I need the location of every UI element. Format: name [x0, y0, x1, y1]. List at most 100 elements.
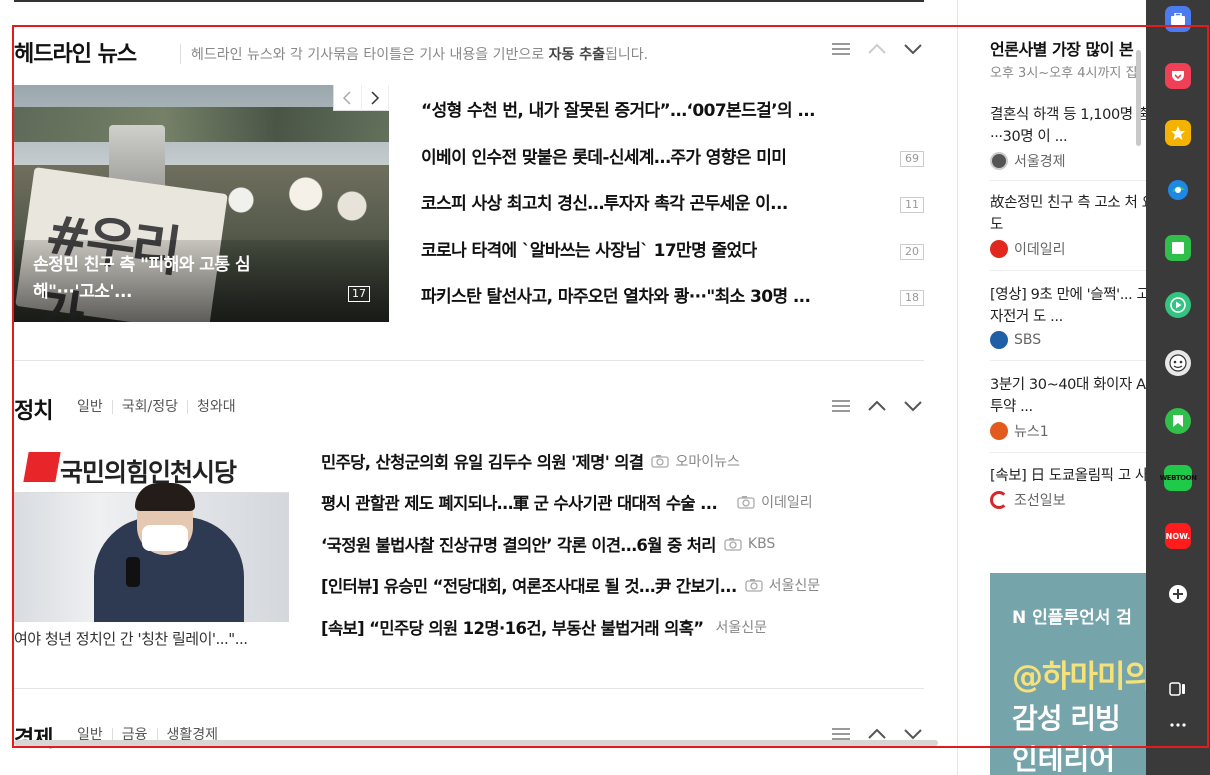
- next-photo-button[interactable]: [362, 85, 389, 111]
- camera-icon: [745, 578, 763, 592]
- ad-line-2: 감성 리빙: [1012, 702, 1121, 735]
- press-logo-icon: [990, 491, 1008, 509]
- browser-icon[interactable]: [1165, 177, 1191, 203]
- politics-item-title[interactable]: [속보] “민주당 의원 12명·16건, 부동산 불법거래 의혹”: [321, 615, 704, 639]
- ranking-item-title[interactable]: 故손정민 친구 측 고소 처 요청' 쇄도: [990, 192, 1146, 236]
- list-view-button[interactable]: [830, 395, 852, 417]
- ranking-item[interactable]: 故손정민 친구 측 고소 처 요청' 쇄도 이데일리: [990, 192, 1146, 259]
- press-name[interactable]: 서울신문: [769, 575, 821, 595]
- ranking-item-press[interactable]: 서울경제: [990, 151, 1146, 171]
- press-name[interactable]: 오마이뉴스: [675, 451, 739, 471]
- expand-down-button[interactable]: [902, 395, 924, 417]
- influencer-ad-banner[interactable]: N 인플루언서 검 @하마미의 감성 리빙 인테리어: [990, 573, 1146, 775]
- politics-item-title[interactable]: 평시 관할관 제도 폐지되나…⁠軍 군 수사기관 대대적 수술 ...: [321, 490, 717, 514]
- expand-down-button[interactable]: [902, 38, 924, 60]
- chevron-up-icon: [868, 400, 886, 411]
- press-name[interactable]: 이데일리: [761, 492, 813, 512]
- chevron-up-icon: [868, 43, 886, 54]
- politics-list: 민주당, 산청군의회 유일 김두수 의원 '제명' 의결 오마이뉴스 평시 관할…: [321, 440, 924, 648]
- more-icon[interactable]: [1165, 712, 1191, 738]
- pocket-icon[interactable]: [1165, 63, 1191, 89]
- play-icon[interactable]: [1165, 292, 1191, 318]
- list-view-button[interactable]: [830, 38, 852, 60]
- ranking-item-title[interactable]: 3분기 30~40대 화이자 AZ·얀센 투약 ...: [990, 374, 1146, 418]
- vertical-scrollbar-thumb[interactable]: [1136, 50, 1141, 146]
- ranking-item[interactable]: 3분기 30~40대 화이자 AZ·얀센 투약 ... 뉴스1: [990, 374, 1146, 441]
- ranking-item-press[interactable]: SBS: [990, 331, 1146, 349]
- ranking-item-title[interactable]: [속보] 日 도쿄올림픽 고 사망: [990, 465, 1146, 487]
- ranking-title: 언론사별 가장 많이 본: [990, 40, 1134, 59]
- headline-item[interactable]: 코스피 사상 최고치 경신…투자자 촉각 곤두세운 이... 11: [421, 189, 924, 236]
- politics-item[interactable]: [속보] “민주당 의원 12명·16건, 부동산 불법거래 의혹” 서울신문: [321, 606, 924, 648]
- photo-person-hair: [135, 483, 195, 511]
- ranking-item[interactable]: 결혼식 하객 등 1,100명 충돌···30명 이 ... 서울경제: [990, 104, 1146, 171]
- headline-item[interactable]: 파키스탄 탈선사고, 마주오던 열차와 쾅···"최소 30명 ... 18: [421, 282, 924, 329]
- press-name[interactable]: 서울신문: [716, 617, 768, 637]
- headline-list: “성형 수천 번, 내가 잘못된 증거다”…‘007본드걸’의 ... 이베이 …: [421, 96, 924, 329]
- headline-item-title[interactable]: 코스피 사상 최고치 경신…투자자 촉각 곤두세운 이...: [421, 189, 788, 219]
- politics-item[interactable]: 평시 관할관 제도 폐지되나…⁠軍 군 수사기관 대대적 수술 ... 이데일리: [321, 482, 924, 524]
- politics-title[interactable]: 정치: [14, 393, 53, 425]
- press-name[interactable]: KBS: [748, 536, 775, 552]
- tab-general[interactable]: 일반: [77, 400, 112, 414]
- split-view-icon[interactable]: [1165, 676, 1191, 702]
- politics-photo[interactable]: 국민의힘인천시당: [14, 447, 289, 622]
- camera-icon: [724, 537, 742, 551]
- briefcase-icon[interactable]: [1165, 6, 1191, 32]
- prev-photo-button[interactable]: [334, 85, 362, 111]
- headline-main-photo[interactable]: #우리가 손정민 친구 측 "피해와 고통 심해"···'고소'... 17: [14, 85, 389, 322]
- now-icon[interactable]: NOW.: [1165, 523, 1191, 549]
- collapse-up-button[interactable]: [866, 38, 888, 60]
- headline-item-title[interactable]: 이베이 인수전 맞붙은 롯데-신세계…주가 영향은 미미: [421, 143, 786, 173]
- ranking-item-press[interactable]: 조선일보: [990, 490, 1146, 510]
- horizontal-scrollbar[interactable]: [14, 740, 938, 746]
- character-icon[interactable]: [1165, 350, 1191, 376]
- chevron-down-icon: [904, 44, 922, 55]
- menu-icon: [832, 43, 850, 55]
- politics-photo-caption[interactable]: 여야 청년 정치인 간 '칭찬 릴레이'..."...: [14, 628, 299, 649]
- collapse-up-button[interactable]: [866, 395, 888, 417]
- ranking-item[interactable]: [속보] 日 도쿄올림픽 고 사망 조선일보: [990, 465, 1146, 510]
- headline-item[interactable]: 코로나 타격에 `알바쓰는 사장님` 17만명 줄었다 20: [421, 236, 924, 283]
- chevron-down-icon: [904, 401, 922, 412]
- webtoon-icon[interactable]: WEBTOON: [1160, 465, 1197, 491]
- ranking-item-title[interactable]: [영상] 9초 만에 '슬쩍'... 고 떠난 자전거 도 ...: [990, 284, 1146, 328]
- menu-icon: [832, 728, 850, 740]
- photo-banner-logo: [23, 452, 61, 482]
- politics-item-title[interactable]: 민주당, 산청군의회 유일 김두수 의원 '제명' 의결: [321, 449, 643, 473]
- ranking-item-title[interactable]: 결혼식 하객 등 1,100명 충돌···30명 이 ...: [990, 104, 1146, 148]
- politics-tabs: 일반 국회/정당 청와대: [77, 400, 245, 414]
- headline-item-title[interactable]: “성형 수천 번, 내가 잘못된 증거다”…‘007본드걸’의 ...: [421, 96, 815, 126]
- politics-item-title[interactable]: ‘국정원 불법사찰 진상규명 결의안’ 각론 이견…6월 중 처리: [321, 532, 716, 556]
- chevron-left-icon: [343, 91, 351, 105]
- ranking-item-press[interactable]: 뉴스1: [990, 421, 1146, 441]
- photo-banner-text: 국민의힘인천시당: [60, 458, 237, 487]
- press-logo-icon: [990, 331, 1008, 349]
- politics-item[interactable]: ‘국정원 불법사찰 진상규명 결의안’ 각론 이견…6월 중 처리 KBS: [321, 523, 924, 565]
- ranking-item-press[interactable]: 이데일리: [990, 239, 1146, 259]
- main-column: 헤드라인 뉴스 헤드라인 뉴스와 각 기사묶음 타이틀은 기사 내용을 기반으로…: [14, 0, 924, 753]
- headline-item[interactable]: “성형 수천 번, 내가 잘못된 증거다”…‘007본드걸’의 ...: [421, 96, 924, 143]
- tab-assembly[interactable]: 국회/정당: [111, 400, 187, 414]
- headline-main-caption[interactable]: 손정민 친구 측 "피해와 고통 심해"···'고소'...: [33, 252, 308, 306]
- headline-item[interactable]: 이베이 인수전 맞붙은 롯데-신세계…주가 영향은 미미 69: [421, 143, 924, 190]
- tab-bluehouse[interactable]: 청와대: [187, 400, 245, 414]
- politics-item[interactable]: 민주당, 산청군의회 유일 김두수 의원 '제명' 의결 오마이뉴스: [321, 440, 924, 482]
- economy-title[interactable]: 경제: [14, 721, 53, 753]
- notes-icon[interactable]: [1165, 235, 1191, 261]
- politics-item-title[interactable]: [인터뷰] 유승민 “전당대회, 여론조사대로 될 것…尹 간보기...: [321, 573, 737, 597]
- bookmark-icon[interactable]: [1165, 408, 1191, 434]
- star-icon[interactable]: [1165, 120, 1191, 146]
- comment-count-badge: 11: [900, 197, 924, 213]
- headline-item-title[interactable]: 파키스탄 탈선사고, 마주오던 열차와 쾅···"최소 30명 ...: [421, 282, 810, 312]
- ranking-divider: [990, 452, 1146, 453]
- add-icon[interactable]: [1165, 581, 1191, 607]
- headline-item-title[interactable]: 코로나 타격에 `알바쓰는 사장님` 17만명 줄었다: [421, 236, 757, 266]
- ranking-item[interactable]: [영상] 9초 만에 '슬쩍'... 고 떠난 자전거 도 ... SBS: [990, 284, 1146, 349]
- ranking-divider: [990, 270, 1146, 271]
- ranking-divider: [990, 180, 1146, 181]
- politics-item[interactable]: [인터뷰] 유승민 “전당대회, 여론조사대로 될 것…尹 간보기... 서울신…: [321, 565, 924, 607]
- comment-count-badge: 18: [900, 290, 924, 306]
- photo-person-mask: [142, 525, 188, 551]
- headline-title: 헤드라인 뉴스: [14, 42, 137, 67]
